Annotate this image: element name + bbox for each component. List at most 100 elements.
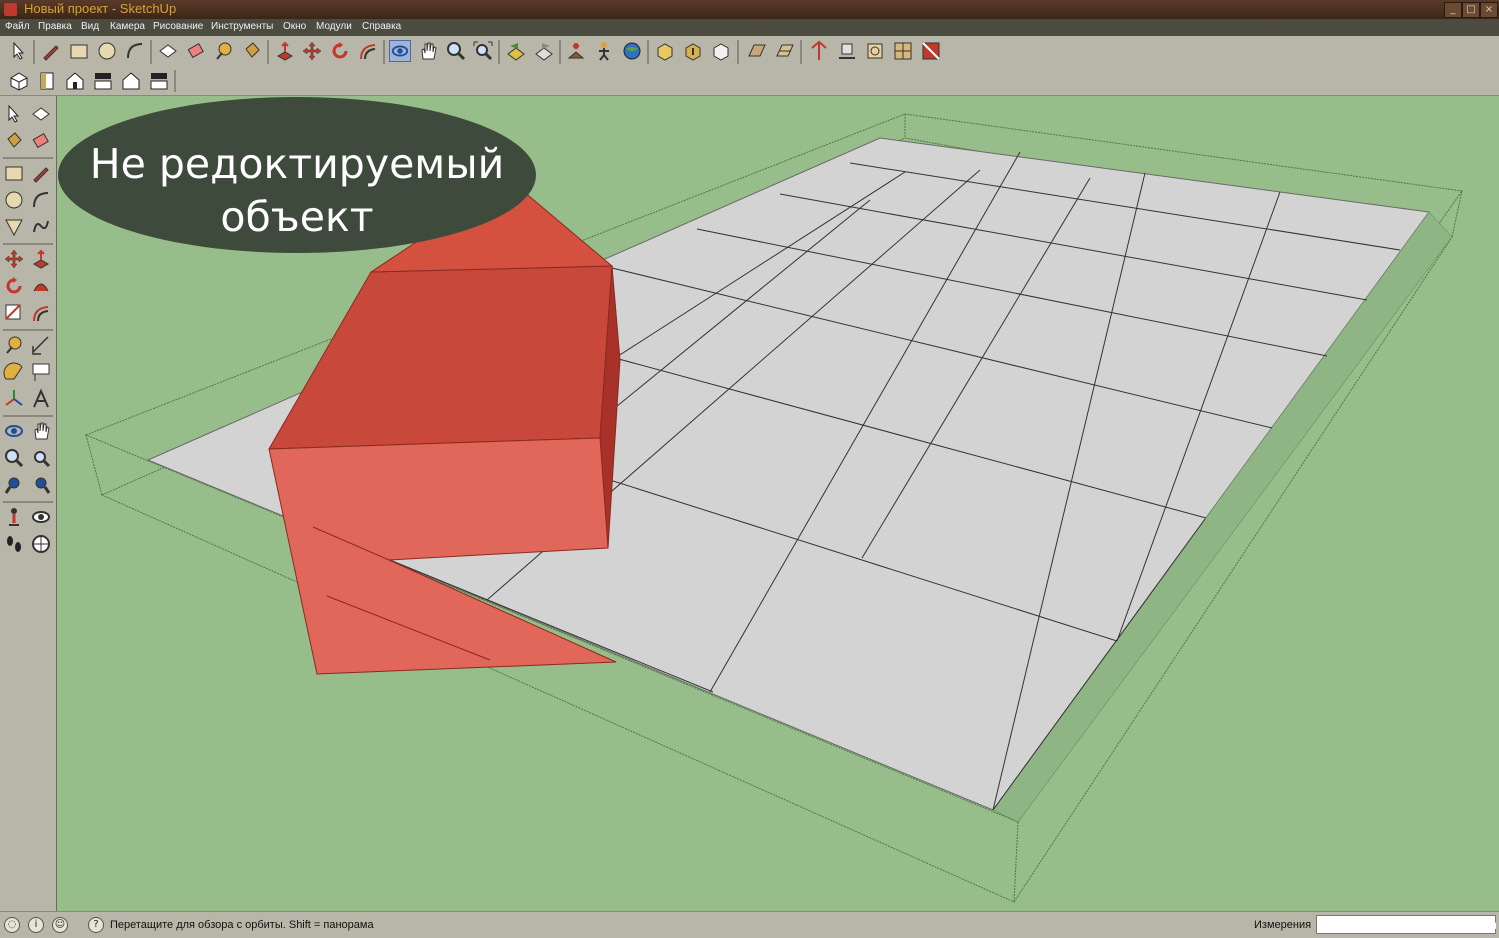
make-component-icon[interactable]: [157, 40, 179, 62]
status-bar: ◌ i ☺ ? Перетащите для обзора с орбиты. …: [0, 911, 1499, 938]
rectangle-icon[interactable]: [68, 40, 90, 62]
menu-edit[interactable]: Правка: [38, 21, 72, 32]
follow-me-icon[interactable]: [30, 275, 52, 297]
smoove-icon[interactable]: [808, 40, 830, 62]
previous-icon[interactable]: [30, 474, 52, 496]
menu-plugins[interactable]: Модули: [316, 21, 352, 32]
scale-icon[interactable]: [3, 302, 25, 324]
views-toolbar: [0, 67, 1499, 96]
rotate-icon[interactable]: [329, 40, 351, 62]
sandbox-scratch-icon[interactable]: [774, 40, 796, 62]
circle-icon[interactable]: [3, 189, 25, 211]
annotation-callout: Не редоктируемый объект: [58, 97, 536, 253]
google-earth-icon[interactable]: [621, 40, 643, 62]
select-icon[interactable]: [8, 40, 30, 62]
watermark: 3d-rad.ucoz.ru: [1396, 919, 1497, 933]
share-component-icon[interactable]: [710, 40, 732, 62]
left-toolbar: [0, 96, 57, 911]
paint-bucket-icon[interactable]: [241, 40, 263, 62]
look-around-icon[interactable]: [30, 506, 52, 528]
zoom-extents-icon[interactable]: [3, 474, 25, 496]
back-view-icon[interactable]: [120, 70, 142, 92]
offset-icon[interactable]: [30, 302, 52, 324]
left-view-icon[interactable]: [148, 70, 170, 92]
line-icon[interactable]: [30, 162, 52, 184]
push-pull-icon[interactable]: [274, 40, 296, 62]
pencil-icon[interactable]: [40, 40, 62, 62]
polygon-icon[interactable]: [3, 216, 25, 238]
move-icon[interactable]: [3, 248, 25, 270]
tape-measure-icon[interactable]: [3, 334, 25, 356]
callout-line-1: Не редоктируемый: [89, 140, 505, 188]
help-icon[interactable]: ?: [88, 917, 104, 933]
menu-window[interactable]: Окно: [283, 21, 306, 32]
zoom-window-icon[interactable]: [30, 447, 52, 469]
zoom-extents-icon[interactable]: [472, 40, 494, 62]
freehand-icon[interactable]: [30, 216, 52, 238]
zoom-icon[interactable]: [445, 40, 467, 62]
iso-view-icon[interactable]: [8, 70, 30, 92]
eraser-icon[interactable]: [30, 130, 52, 152]
minimize-icon[interactable]: _: [1444, 2, 1462, 18]
walk-icon[interactable]: [593, 40, 615, 62]
previous-view-icon[interactable]: [505, 40, 527, 62]
main-toolbar: [0, 36, 1499, 68]
select-icon[interactable]: [3, 103, 25, 125]
zoom-icon[interactable]: [3, 447, 25, 469]
sketchup-icon[interactable]: [4, 3, 17, 16]
eraser-icon[interactable]: [185, 40, 207, 62]
flip-edge-icon[interactable]: [920, 40, 942, 62]
walk-icon[interactable]: [3, 533, 25, 555]
user-icon[interactable]: ☺: [52, 917, 68, 933]
menu-view[interactable]: Вид: [81, 21, 99, 32]
stamp-icon[interactable]: [836, 40, 858, 62]
3d-text-icon[interactable]: [30, 388, 52, 410]
front-view-icon[interactable]: [64, 70, 86, 92]
arc-icon[interactable]: [30, 189, 52, 211]
arc-icon[interactable]: [124, 40, 146, 62]
orbit-icon[interactable]: [3, 420, 25, 442]
box-top-face[interactable]: [268, 265, 613, 450]
sandbox-contours-icon[interactable]: [746, 40, 768, 62]
position-camera-icon[interactable]: [3, 506, 25, 528]
menu-bar: Файл Правка Вид Камера Рисование Инструм…: [0, 19, 1499, 36]
position-camera-icon[interactable]: [565, 40, 587, 62]
push-pull-icon[interactable]: [30, 248, 52, 270]
drape-icon[interactable]: [864, 40, 886, 62]
text-icon[interactable]: [30, 361, 52, 383]
get-models-icon[interactable]: [654, 40, 676, 62]
rotate-icon[interactable]: [3, 275, 25, 297]
offset-icon[interactable]: [357, 40, 379, 62]
measurements-label: Измерения: [1254, 919, 1312, 931]
axes-icon[interactable]: [3, 388, 25, 410]
top-view-icon[interactable]: [36, 70, 58, 92]
menu-tools[interactable]: Инструменты: [211, 21, 273, 32]
next-view-icon[interactable]: [533, 40, 555, 62]
dimension-icon[interactable]: [30, 334, 52, 356]
window-title: Новый проект - SketchUp: [24, 1, 177, 16]
add-detail-icon[interactable]: [892, 40, 914, 62]
circle-icon[interactable]: [96, 40, 118, 62]
section-plane-icon[interactable]: [30, 533, 52, 555]
status-text: Перетащите для обзора с орбиты. Shift = …: [110, 919, 374, 931]
orbit-icon[interactable]: [389, 40, 411, 62]
rectangle-icon[interactable]: [3, 162, 25, 184]
geolocation-icon[interactable]: ◌: [4, 917, 20, 933]
tape-measure-icon[interactable]: [213, 40, 235, 62]
share-model-icon[interactable]: [682, 40, 704, 62]
protractor-icon[interactable]: [3, 361, 25, 383]
menu-draw[interactable]: Рисование: [153, 21, 203, 32]
menu-camera[interactable]: Камера: [110, 21, 145, 32]
menu-file[interactable]: Файл: [5, 21, 30, 32]
pan-icon[interactable]: [30, 420, 52, 442]
move-icon[interactable]: [301, 40, 323, 62]
paint-bucket-icon[interactable]: [3, 130, 25, 152]
credits-icon[interactable]: i: [28, 917, 44, 933]
right-view-icon[interactable]: [92, 70, 114, 92]
maximize-icon[interactable]: □: [1462, 2, 1480, 18]
menu-help[interactable]: Справка: [362, 21, 401, 32]
pan-icon[interactable]: [417, 40, 439, 62]
close-icon[interactable]: ×: [1480, 2, 1498, 18]
make-component-icon[interactable]: [30, 103, 52, 125]
title-bar: Новый проект - SketchUp _ □ ×: [0, 0, 1499, 19]
